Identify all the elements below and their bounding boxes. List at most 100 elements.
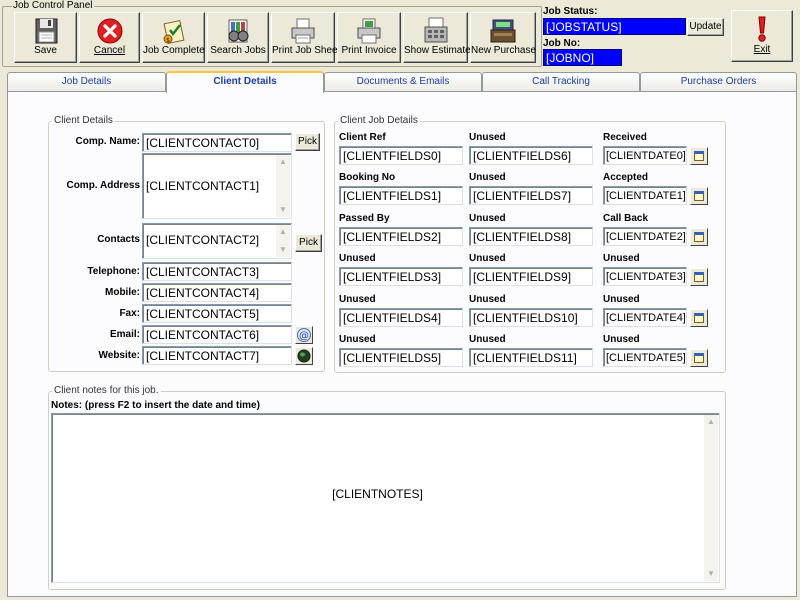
print-job-sheet-button[interactable]: Print Job Sheet <box>271 12 341 63</box>
client-field-input[interactable]: [CLIENTFIELDS0] <box>339 146 463 165</box>
client-details-caption: Client Details <box>52 115 115 126</box>
exit-label: Exit <box>753 44 771 55</box>
client-job-details-caption: Client Job Details <box>338 115 420 126</box>
client-notes-field[interactable]: [CLIENTNOTES] ▲ ▼ <box>51 413 720 583</box>
scroll-up-icon[interactable]: ▲ <box>277 156 289 168</box>
cancel-label: Cancel <box>93 45 126 56</box>
client-job-label: Unused <box>469 132 506 143</box>
client-date-field[interactable]: [CLIENTDATE3] <box>603 267 687 286</box>
date-picker-button[interactable] <box>690 228 708 246</box>
comp-address-field[interactable]: [CLIENTCONTACT1] ▲ ▼ <box>142 153 292 219</box>
cancel-button[interactable]: Cancel <box>79 12 140 63</box>
printer-icon <box>291 18 315 44</box>
scroll-down-icon[interactable]: ▼ <box>705 568 717 580</box>
job-no-label: Job No: <box>543 38 581 49</box>
email-at-icon: @ <box>297 328 311 342</box>
client-field-input[interactable]: [CLIENTFIELDS8] <box>469 227 593 246</box>
mobile-field[interactable]: [CLIENTCONTACT4] <box>142 283 292 302</box>
email-field[interactable]: [CLIENTCONTACT6] <box>142 325 292 344</box>
client-field-input[interactable]: [CLIENTFIELDS11] <box>469 348 593 367</box>
client-notes-caption: Client notes for this job. <box>52 385 161 396</box>
contacts-scrollbar[interactable]: ▲ ▼ <box>276 225 290 257</box>
save-button[interactable]: Save <box>14 12 77 63</box>
new-purchase-button[interactable]: New Purchase <box>470 12 536 63</box>
job-control-panel-caption: Job Control Panel <box>12 0 94 11</box>
client-job-label: Unused <box>469 253 506 264</box>
tab-client-details[interactable]: Client Details <box>166 71 324 93</box>
mobile-label: Mobile: <box>105 287 140 298</box>
scroll-down-icon[interactable]: ▼ <box>277 204 289 216</box>
client-field-input[interactable]: [CLIENTFIELDS10] <box>469 308 593 327</box>
date-picker-button[interactable] <box>690 187 708 205</box>
client-field-input[interactable]: [CLIENTFIELDS4] <box>339 308 463 327</box>
print-invoice-button[interactable]: Print Invoice <box>337 12 401 63</box>
search-jobs-button[interactable]: Search Jobs <box>207 12 269 63</box>
svg-text:$: $ <box>166 37 170 44</box>
date-picker-button[interactable] <box>690 268 708 286</box>
telephone-field[interactable]: [CLIENTCONTACT3] <box>142 262 292 281</box>
tab-documents-emails[interactable]: Documents & Emails <box>324 72 482 91</box>
client-job-label: Client Ref <box>339 132 386 143</box>
show-estimate-button[interactable]: Show Estimate <box>403 12 471 63</box>
client-field-input[interactable]: [CLIENTFIELDS9] <box>469 267 593 286</box>
client-field-input[interactable]: [CLIENTFIELDS3] <box>339 267 463 286</box>
date-picker-button[interactable] <box>690 147 708 165</box>
estimate-calculator-icon <box>424 17 447 43</box>
client-date-field[interactable]: [CLIENTDATE4] <box>603 308 687 327</box>
tab-purchase-orders[interactable]: Purchase Orders <box>640 72 797 91</box>
client-job-label: Unused <box>469 334 506 345</box>
cancel-x-icon <box>97 18 122 44</box>
client-job-label: Unused <box>339 334 376 345</box>
notes-label: Notes: (press F2 to insert the date and … <box>51 400 260 411</box>
send-email-button[interactable]: @ <box>295 326 313 344</box>
comp-name-field[interactable]: [CLIENTCONTACT0] <box>142 133 292 152</box>
website-field[interactable]: [CLIENTCONTACT7] <box>142 346 292 365</box>
client-field-input[interactable]: [CLIENTFIELDS6] <box>469 146 593 165</box>
job-status-field[interactable]: [JOBSTATUS] <box>543 18 686 35</box>
comp-address-scrollbar[interactable]: ▲ ▼ <box>276 155 290 217</box>
client-job-label: Passed By <box>339 213 390 224</box>
floppy-disk-icon <box>35 18 57 44</box>
save-label: Save <box>34 45 57 56</box>
client-field-input[interactable]: [CLIENTFIELDS1] <box>339 186 463 205</box>
tab-call-tracking[interactable]: Call Tracking <box>482 72 640 91</box>
client-job-label: Unused <box>339 294 376 305</box>
date-picker-button[interactable] <box>690 349 708 367</box>
client-date-field[interactable]: [CLIENTDATE1] <box>603 186 687 205</box>
comp-name-pick-button[interactable]: Pick <box>295 133 320 151</box>
open-website-button[interactable] <box>295 347 313 365</box>
update-button[interactable]: Update <box>687 18 724 36</box>
client-job-label: Unused <box>603 253 640 264</box>
job-complete-button[interactable]: $ Job Complete <box>142 12 205 63</box>
exit-button[interactable]: Exit <box>731 10 793 62</box>
job-no-field[interactable]: [JOBNO] <box>543 49 622 66</box>
client-field-input[interactable]: [CLIENTFIELDS2] <box>339 227 463 246</box>
client-field-input[interactable]: [CLIENTFIELDS7] <box>469 186 593 205</box>
email-label: Email: <box>109 329 140 340</box>
client-job-label: Unused <box>469 213 506 224</box>
scroll-up-icon[interactable]: ▲ <box>705 416 717 428</box>
fax-field[interactable]: [CLIENTCONTACT5] <box>142 304 292 323</box>
print-invoice-label: Print Invoice <box>341 45 397 56</box>
show-estimate-label: Show Estimate <box>404 45 471 56</box>
print-job-sheet-label: Print Job Sheet <box>272 45 341 56</box>
exit-exclamation-icon <box>758 16 766 42</box>
contacts-pick-button[interactable]: Pick <box>295 234 322 252</box>
contacts-field[interactable]: [CLIENTCONTACT2] ▲ ▼ <box>142 223 292 259</box>
website-label: Website: <box>98 350 141 361</box>
notes-scrollbar[interactable]: ▲ ▼ <box>704 415 718 581</box>
client-job-label: Accepted <box>603 172 649 183</box>
globe-icon <box>297 349 311 363</box>
client-date-field[interactable]: [CLIENTDATE0] <box>603 146 687 165</box>
client-field-input[interactable]: [CLIENTFIELDS5] <box>339 348 463 367</box>
client-job-label: Call Back <box>603 213 649 224</box>
comp-name-label: Comp. Name: <box>75 136 140 147</box>
comp-address-label: Comp. Address <box>66 180 140 191</box>
client-job-label: Unused <box>603 294 640 305</box>
client-date-field[interactable]: [CLIENTDATE5] <box>603 348 687 367</box>
date-picker-button[interactable] <box>690 309 708 327</box>
client-date-field[interactable]: [CLIENTDATE2] <box>603 227 687 246</box>
scroll-up-icon[interactable]: ▲ <box>277 226 289 238</box>
scroll-down-icon[interactable]: ▼ <box>277 244 289 256</box>
tab-job-details[interactable]: Job Details <box>7 72 166 91</box>
